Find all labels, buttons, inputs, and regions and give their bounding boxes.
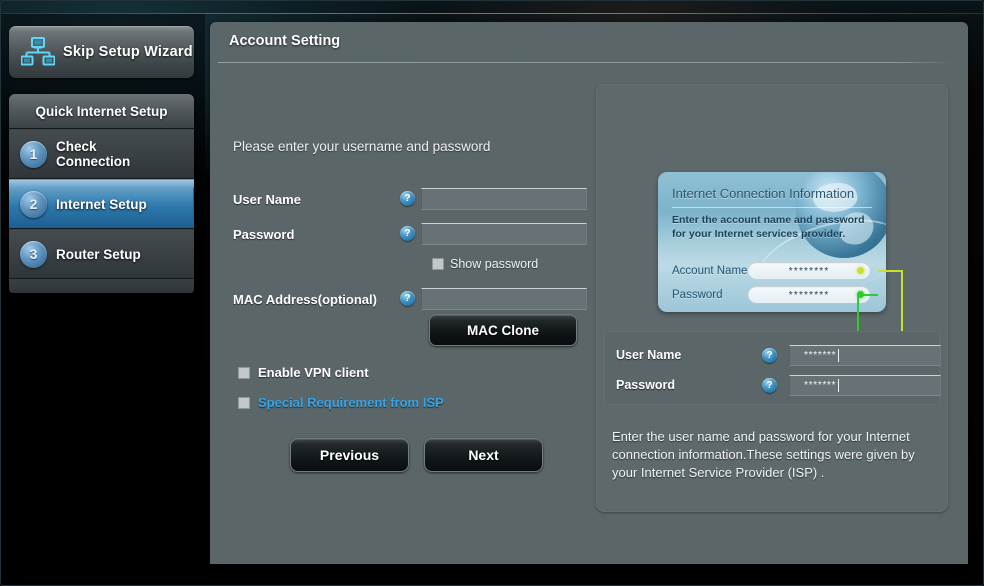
info-card-divider xyxy=(672,207,872,208)
mini-form-username-row: User Name ? ******* xyxy=(616,343,941,367)
mac-address-help-icon[interactable]: ? xyxy=(400,291,415,306)
username-row: User Name xyxy=(233,187,301,211)
skip-setup-wizard-label: Skip Setup Wizard xyxy=(63,44,193,60)
mac-address-label: MAC Address(optional) xyxy=(233,291,377,307)
form-intro-text: Please enter your username and password xyxy=(233,139,491,154)
info-password-text: ******** xyxy=(788,288,830,301)
username-help-icon[interactable]: ? xyxy=(400,191,415,206)
title-divider xyxy=(218,62,952,63)
special-requirement-isp-label[interactable]: Special Requirement from ISP xyxy=(258,395,444,410)
step-number-2: 2 xyxy=(20,190,47,218)
text-caret xyxy=(838,378,840,392)
mini-form-password-label: Password xyxy=(616,378,676,392)
step-number-1: 1 xyxy=(20,140,47,168)
enable-vpn-client-checkbox[interactable] xyxy=(238,366,250,379)
main-panel: Account Setting Please enter your userna… xyxy=(210,22,968,564)
mini-form-password-row: Password ? ******* xyxy=(616,373,941,397)
mini-form-password-help-icon: ? xyxy=(762,377,777,393)
step-label-router-setup: Router Setup xyxy=(56,246,141,262)
sidebar-step-internet-setup[interactable]: 2 Internet Setup xyxy=(9,179,194,229)
password-marker-dot xyxy=(857,291,864,298)
info-password-row: Password ******** xyxy=(672,286,870,303)
step-number-3: 3 xyxy=(20,240,47,268)
password-input[interactable] xyxy=(421,223,587,245)
internet-connection-information-card: Internet Connection Information Enter th… xyxy=(658,172,886,312)
info-card-subtitle: Enter the account name and password for … xyxy=(672,214,865,240)
mini-form-password-input: ******* xyxy=(789,374,941,396)
info-account-name-value: ******** xyxy=(748,262,870,279)
username-input[interactable] xyxy=(421,188,587,210)
info-account-name-row: Account Name ******** xyxy=(672,262,870,279)
password-help-icon[interactable]: ? xyxy=(400,226,415,241)
help-panel: Internet Connection Information Enter th… xyxy=(596,84,948,512)
show-password-row: Show password xyxy=(432,257,538,271)
info-account-name-label: Account Name xyxy=(672,264,748,277)
mini-form-username-help-icon: ? xyxy=(762,347,777,363)
quick-internet-setup-footer xyxy=(9,279,194,293)
router-setup-wizard-screen: Skip Setup Wizard Quick Internet Setup 1… xyxy=(0,0,984,586)
quick-internet-setup-header: Quick Internet Setup xyxy=(9,94,194,129)
info-password-label: Password xyxy=(672,288,723,301)
help-mini-form: User Name ? ******* Password ? ******* xyxy=(604,331,941,405)
special-requirement-isp-row: Special Requirement from ISP xyxy=(238,395,444,410)
info-card-title: Internet Connection Information xyxy=(672,186,855,201)
account-name-marker-dot xyxy=(857,267,864,274)
mini-form-username-value: ******* xyxy=(804,349,837,361)
account-setting-form: Please enter your username and password … xyxy=(222,92,594,512)
show-password-checkbox[interactable] xyxy=(432,258,444,270)
mac-address-input[interactable] xyxy=(421,288,587,310)
network-topology-icon xyxy=(21,37,55,66)
sidebar-step-router-setup[interactable]: 3 Router Setup xyxy=(9,229,194,279)
enable-vpn-client-label: Enable VPN client xyxy=(258,365,369,380)
username-label: User Name xyxy=(233,191,301,207)
show-password-label: Show password xyxy=(450,257,539,271)
previous-button[interactable]: Previous xyxy=(290,438,409,472)
skip-setup-wizard-button[interactable]: Skip Setup Wizard xyxy=(9,26,194,78)
next-button[interactable]: Next xyxy=(424,438,543,472)
help-description-text: Enter the user name and password for you… xyxy=(612,429,915,480)
step-label-internet-setup: Internet Setup xyxy=(56,196,147,212)
mini-form-username-input: ******* xyxy=(789,344,941,366)
quick-internet-setup-panel: Quick Internet Setup 1 Check Connection 2… xyxy=(9,94,194,293)
page-title: Account Setting xyxy=(229,33,341,49)
info-password-value: ******** xyxy=(748,286,870,303)
enable-vpn-client-row: Enable VPN client xyxy=(238,365,369,380)
password-label: Password xyxy=(233,226,295,242)
mini-form-username-label: User Name xyxy=(616,348,682,362)
text-caret xyxy=(838,348,840,362)
password-row: Password xyxy=(233,222,294,246)
step-label-check-connection: Check Connection xyxy=(56,139,131,169)
mac-clone-button[interactable]: MAC Clone xyxy=(429,314,577,346)
info-account-name-text: ******** xyxy=(788,264,830,277)
special-requirement-isp-checkbox[interactable] xyxy=(238,396,250,409)
mac-address-row: MAC Address(optional) xyxy=(233,287,377,311)
mini-form-password-value: ******* xyxy=(804,379,837,391)
sidebar: Skip Setup Wizard Quick Internet Setup 1… xyxy=(0,14,205,586)
sidebar-step-check-connection[interactable]: 1 Check Connection xyxy=(9,129,194,179)
